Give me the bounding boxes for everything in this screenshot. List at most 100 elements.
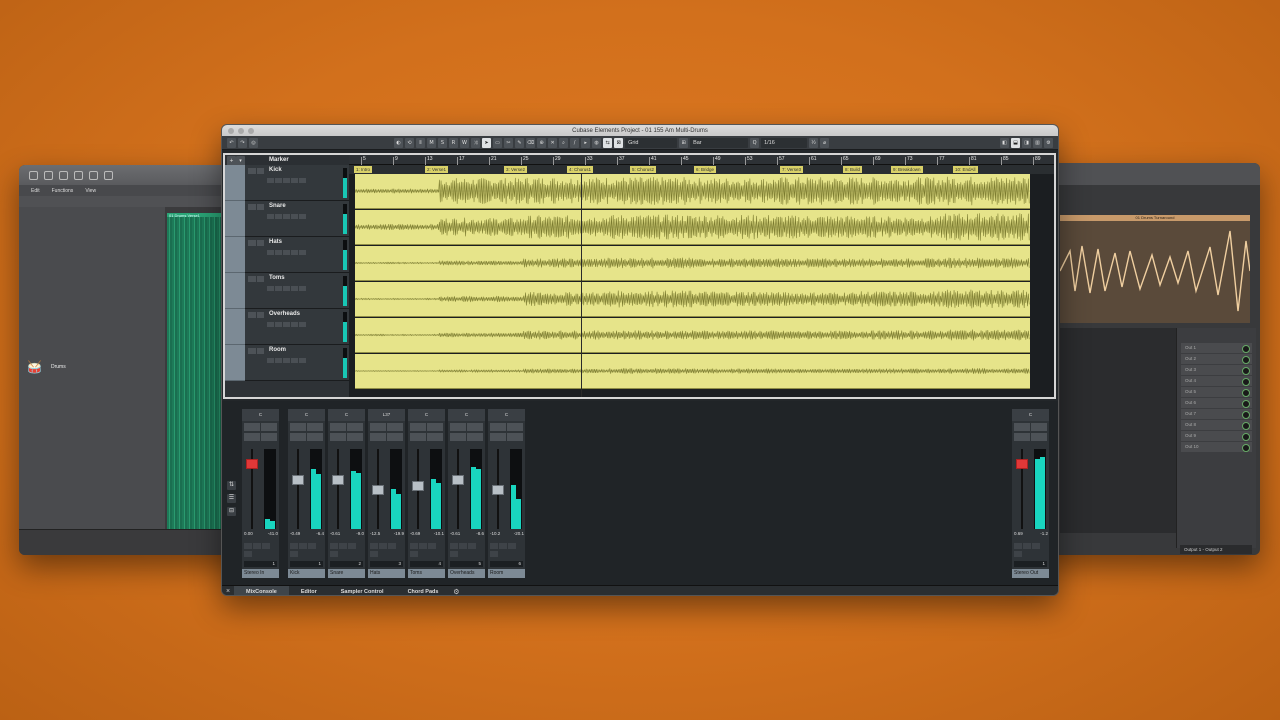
output-slot[interactable]: Out 6: [1181, 398, 1252, 408]
pan-control[interactable]: C: [488, 409, 525, 421]
marker[interactable]: 6: Bridge: [694, 166, 717, 173]
track-row[interactable]: Overheads: [225, 309, 349, 345]
listen-buttons[interactable]: [450, 433, 483, 441]
menu-functions[interactable]: Functions: [52, 188, 74, 194]
fader-cap[interactable]: [1016, 459, 1028, 469]
read-button[interactable]: [1014, 543, 1022, 549]
solo-button[interactable]: [1031, 423, 1047, 431]
snap-mode-icon[interactable]: ⊠: [614, 137, 624, 148]
solo-button[interactable]: [507, 423, 523, 431]
mixer-channel[interactable]: C -0.61 -8.6 5 Overheads: [448, 409, 485, 578]
tab-editor[interactable]: Editor: [289, 586, 329, 596]
solo-mode-button[interactable]: S: [438, 137, 447, 148]
autoscroll-icon[interactable]: ◐: [394, 137, 403, 148]
left-zone-icon[interactable]: ◧: [1000, 137, 1009, 148]
mute-solo[interactable]: [330, 423, 363, 431]
mixer-channel[interactable]: C -0.69 -10.1 4 Toms: [408, 409, 445, 578]
link-icon[interactable]: ⇅: [227, 481, 236, 490]
mute-mode-button[interactable]: M: [427, 137, 436, 148]
mixer-channel[interactable]: L37 -12.5 -19.9 3 Hats: [368, 409, 405, 578]
mute-button[interactable]: [410, 423, 426, 431]
read-button[interactable]: [450, 543, 458, 549]
track-buttons[interactable]: [267, 286, 306, 291]
output-slot[interactable]: Out 8: [1181, 420, 1252, 430]
volume-fader[interactable]: [491, 449, 505, 529]
write-button[interactable]: [379, 543, 387, 549]
mute-button[interactable]: [244, 423, 260, 431]
output-select[interactable]: Output 1 - Output 2: [1180, 545, 1252, 554]
snap-toggle-icon[interactable]: ⇆: [603, 137, 613, 148]
eraser-tool-icon[interactable]: ⌫: [526, 137, 536, 148]
monitor-button[interactable]: [388, 543, 396, 549]
quantize-apply-icon[interactable]: ⌀: [820, 137, 830, 148]
grid-type-select[interactable]: Bar: [690, 137, 749, 148]
channel-name[interactable]: Stereo Out: [1012, 569, 1049, 578]
output-slot[interactable]: Out 7: [1181, 409, 1252, 419]
marker[interactable]: 3: Verse2: [504, 166, 528, 173]
settings-icon[interactable]: [74, 170, 83, 180]
mute-solo[interactable]: [248, 348, 264, 354]
settings-gear-icon[interactable]: ⚙: [1044, 137, 1053, 148]
audio-event[interactable]: [355, 282, 1030, 317]
track-buttons[interactable]: [267, 214, 306, 219]
fader-cap[interactable]: [372, 485, 384, 495]
listen-buttons[interactable]: [330, 433, 363, 441]
mute-solo[interactable]: [248, 204, 264, 210]
channel-name[interactable]: Stereo In: [242, 569, 279, 578]
redo-icon[interactable]: ↷: [238, 137, 247, 148]
marker[interactable]: 4: Chorus1: [567, 166, 594, 173]
listen-buttons[interactable]: [1014, 433, 1047, 441]
solo-button[interactable]: [261, 423, 277, 431]
read-button[interactable]: [330, 543, 338, 549]
solo-button[interactable]: [467, 423, 483, 431]
fader-cap[interactable]: [412, 481, 424, 491]
mute-solo[interactable]: [1014, 423, 1047, 431]
mute-button[interactable]: [490, 423, 506, 431]
volume-fader[interactable]: [291, 449, 305, 529]
read-write-buttons[interactable]: [1014, 543, 1047, 557]
listen-buttons[interactable]: [370, 433, 403, 441]
undo-icon[interactable]: ↶: [227, 137, 236, 148]
channel-name[interactable]: Kick: [288, 569, 325, 578]
mute-solo[interactable]: [410, 423, 443, 431]
monitor-button[interactable]: [262, 543, 270, 549]
channel-name[interactable]: Overheads: [448, 569, 485, 578]
record-button[interactable]: [370, 550, 378, 557]
edit-button[interactable]: [1031, 433, 1047, 441]
mute-solo[interactable]: [450, 423, 483, 431]
racks-icon[interactable]: ⊟: [227, 507, 236, 516]
record-button[interactable]: [450, 550, 458, 557]
read-write-buttons[interactable]: [244, 543, 277, 557]
read-write-buttons[interactable]: [490, 543, 523, 557]
listen-buttons[interactable]: [490, 433, 523, 441]
solo-button[interactable]: [387, 423, 403, 431]
output-slot[interactable]: Out 4: [1181, 376, 1252, 386]
record-button[interactable]: [330, 550, 338, 557]
edit-button[interactable]: [307, 433, 323, 441]
zoom-window-button[interactable]: [248, 128, 254, 134]
timeline-ruler[interactable]: 5 9 13 17 21 25 29 33 37 41 45 49 53 57 …: [349, 155, 1054, 165]
write-button[interactable]: [1023, 543, 1031, 549]
edit-button[interactable]: [387, 433, 403, 441]
track-row[interactable]: Toms: [225, 273, 349, 309]
audio-event[interactable]: [355, 318, 1030, 353]
mute-button[interactable]: [1014, 423, 1030, 431]
edit-button[interactable]: [427, 433, 443, 441]
mute-button[interactable]: [450, 423, 466, 431]
write-button[interactable]: [459, 543, 467, 549]
marker[interactable]: 8: Build: [843, 166, 863, 173]
listen-button[interactable]: [244, 433, 260, 441]
audio-event[interactable]: [355, 174, 1030, 209]
mute-solo[interactable]: [248, 312, 264, 318]
fader-cap[interactable]: [292, 475, 304, 485]
channel-name[interactable]: Snare: [328, 569, 365, 578]
lock-icon[interactable]: ⟲: [405, 137, 414, 148]
record-button[interactable]: [1014, 550, 1022, 557]
read-button[interactable]: [490, 543, 498, 549]
pan-control[interactable]: C: [448, 409, 485, 421]
pointer-tool-icon[interactable]: ➤: [482, 137, 491, 148]
pencil-tool-icon[interactable]: ✎: [515, 137, 524, 148]
marker[interactable]: 7: Verse3: [780, 166, 804, 173]
audio-event[interactable]: [355, 354, 1030, 389]
marker[interactable]: 2: Verse1: [425, 166, 449, 173]
